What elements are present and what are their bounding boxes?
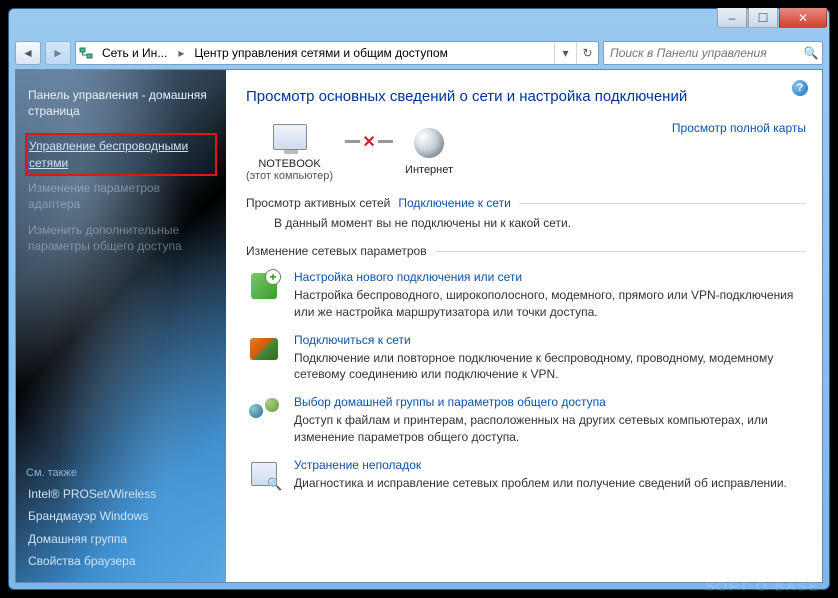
see-also: См. также Intel® PROSet/Wireless Брандма… <box>26 467 216 572</box>
back-button[interactable]: ◄ <box>15 41 41 65</box>
node-pc-label: NOTEBOOK <box>246 158 333 170</box>
row-troubleshoot-link[interactable]: Устранение неполадок <box>294 458 806 472</box>
search-input[interactable] <box>604 46 800 60</box>
row-troubleshoot: Устранение неполадок Диагностика и испра… <box>246 458 806 492</box>
row-connect: Подключиться к сети Подключение или повт… <box>246 333 806 384</box>
active-networks-header: Просмотр активных сетей <box>246 196 390 210</box>
search-icon[interactable]: 🔍 <box>800 46 822 60</box>
row-new-connection-desc: Настройка беспроводного, широкополосного… <box>294 287 806 321</box>
address-segment-2[interactable]: Центр управления сетями и общим доступом <box>188 42 455 64</box>
connection-broken-icon: ✕ <box>360 133 378 151</box>
see-also-intel[interactable]: Intel® PROSet/Wireless <box>26 483 216 505</box>
sidebar-home-link[interactable]: Панель управления - домашняя страница <box>26 82 216 124</box>
row-homegroup: Выбор домашней группы и параметров общег… <box>246 395 806 446</box>
row-homegroup-desc: Доступ к файлам и принтерам, расположенн… <box>294 412 806 446</box>
watermark: SOFT O BASE <box>705 578 820 594</box>
see-also-title: См. также <box>26 467 216 479</box>
toolbar: ◄ ► Сеть и Ин... ▸ Центр управления сетя… <box>15 37 823 69</box>
connection-line: ✕ <box>345 140 393 143</box>
titlebar: – ☐ ✕ <box>9 9 829 37</box>
connect-to-network-link[interactable]: Подключение к сети <box>398 196 510 210</box>
row-connect-desc: Подключение или повторное подключение к … <box>294 350 806 384</box>
row-new-connection-link[interactable]: Настройка нового подключения или сети <box>294 270 806 284</box>
refresh-button[interactable]: ↻ <box>576 42 598 64</box>
sidebar-adapter-link[interactable]: Изменение параметров адаптера <box>26 175 216 217</box>
search-box[interactable]: 🔍 <box>603 41 823 65</box>
connect-icon <box>250 338 278 360</box>
close-button[interactable]: ✕ <box>779 8 827 28</box>
computer-icon <box>273 124 307 150</box>
node-this-pc: NOTEBOOK (этот компьютер) <box>246 119 333 182</box>
node-internet: Интернет <box>405 125 453 176</box>
sidebar: Панель управления - домашняя страница Уп… <box>16 70 226 582</box>
maximize-button[interactable]: ☐ <box>748 8 778 28</box>
node-pc-sublabel: (этот компьютер) <box>246 170 333 182</box>
network-settings-header: Изменение сетевых параметров <box>246 244 427 258</box>
setup-icon <box>251 273 277 299</box>
network-icon <box>76 46 96 60</box>
full-map-link[interactable]: Просмотр полной карты <box>672 121 806 135</box>
window: – ☐ ✕ ◄ ► Сеть и Ин... ▸ Центр управлени… <box>8 8 830 590</box>
network-diagram: NOTEBOOK (этот компьютер) ✕ Интернет Про… <box>246 119 806 182</box>
active-networks-message: В данный момент вы не подключены ни к ка… <box>246 210 806 230</box>
node-internet-label: Интернет <box>405 164 453 176</box>
help-icon[interactable]: ? <box>792 80 808 96</box>
troubleshoot-icon <box>251 462 277 486</box>
see-also-firewall[interactable]: Брандмауэр Windows <box>26 505 216 527</box>
row-troubleshoot-desc: Диагностика и исправление сетевых пробле… <box>294 475 806 492</box>
main-pane: ? Просмотр основных сведений о сети и на… <box>226 70 822 582</box>
address-segment-1[interactable]: Сеть и Ин... <box>96 42 174 64</box>
globe-icon <box>414 128 444 158</box>
sidebar-wireless-link[interactable]: Управление беспроводными сетями <box>26 134 216 174</box>
row-homegroup-link[interactable]: Выбор домашней группы и параметров общег… <box>294 395 806 409</box>
network-settings-section: Изменение сетевых параметров Настройка н… <box>246 244 806 492</box>
see-also-browser[interactable]: Свойства браузера <box>26 550 216 572</box>
row-connect-link[interactable]: Подключиться к сети <box>294 333 806 347</box>
row-new-connection: Настройка нового подключения или сети На… <box>246 270 806 321</box>
sidebar-advanced-sharing-link[interactable]: Изменить дополнительные параметры общего… <box>26 217 216 259</box>
see-also-homegroup[interactable]: Домашняя группа <box>26 528 216 550</box>
content: Панель управления - домашняя страница Уп… <box>15 69 823 583</box>
chevron-right-icon[interactable]: ▸ <box>174 46 188 60</box>
address-bar[interactable]: Сеть и Ин... ▸ Центр управления сетями и… <box>75 41 599 65</box>
address-dropdown[interactable]: ▾ <box>554 42 576 64</box>
homegroup-icon <box>249 398 279 424</box>
page-title: Просмотр основных сведений о сети и наст… <box>246 88 806 105</box>
forward-button[interactable]: ► <box>45 41 71 65</box>
minimize-button[interactable]: – <box>717 8 747 28</box>
active-networks-section: Просмотр активных сетей Подключение к се… <box>246 196 806 230</box>
